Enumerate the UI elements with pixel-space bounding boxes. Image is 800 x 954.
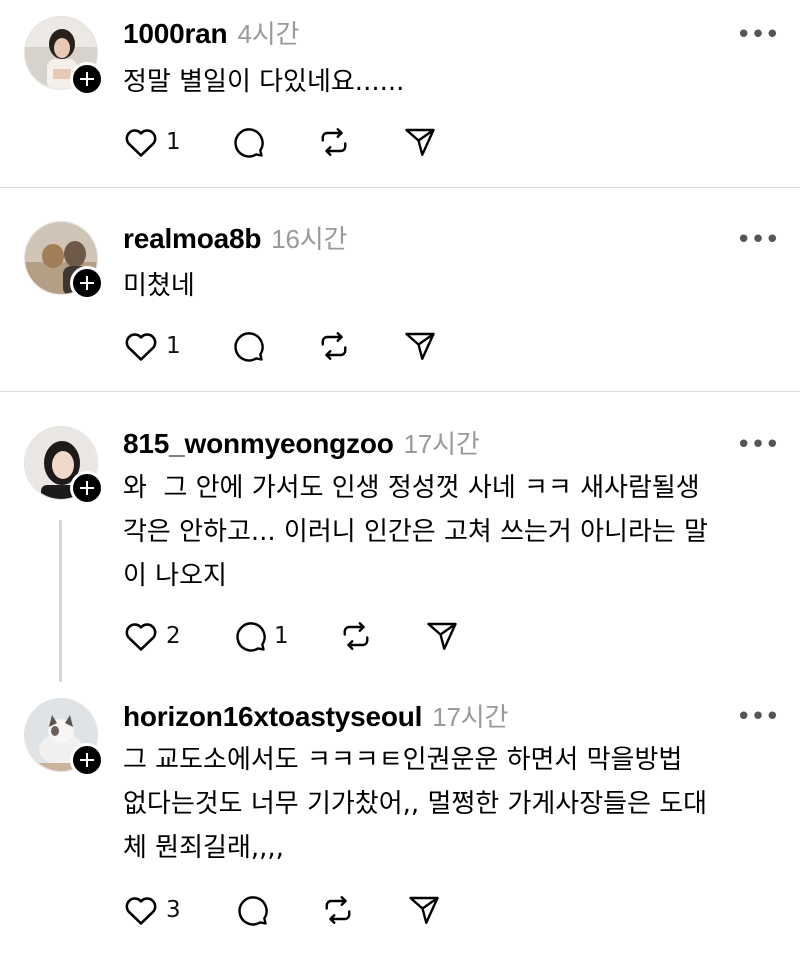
repost-icon xyxy=(343,622,369,650)
post-text: 미쳤네 xyxy=(123,271,195,301)
repost-button[interactable] xyxy=(316,122,352,162)
more-icon[interactable]: ••• xyxy=(736,432,780,458)
reply-button[interactable] xyxy=(234,890,270,930)
repost-button[interactable] xyxy=(338,616,374,656)
username[interactable]: horizon16xtoastyseoul 17시간 xyxy=(123,697,508,734)
comment-icon xyxy=(234,128,264,158)
reply-button[interactable] xyxy=(230,326,266,366)
post-text: 그 교도소에서도 ㅋㅋㅋㅌ인권운운 하면서 막을방법 없다는것도 너무 기가찼어… xyxy=(123,745,708,863)
share-button[interactable] xyxy=(402,326,438,366)
post-time: 17시간 xyxy=(432,702,509,732)
like-button[interactable]: 1 xyxy=(122,326,181,366)
repost-button[interactable] xyxy=(316,326,352,366)
like-button[interactable]: 3 xyxy=(122,890,181,930)
like-count: 1 xyxy=(166,129,181,155)
post-text: 와 그 안에 가서도 인생 정성껏 사네 ㅋㅋ 새사람될생 각은 안하고... … xyxy=(123,473,708,591)
like-button[interactable]: 1 xyxy=(122,122,181,162)
like-button[interactable]: 2 xyxy=(122,616,181,656)
heart-icon xyxy=(125,333,157,361)
follow-plus-icon[interactable] xyxy=(70,62,104,96)
repost-icon xyxy=(321,332,347,360)
post-time: 17시간 xyxy=(403,429,480,459)
post-text: 정말 별일이 다있네요...... xyxy=(123,67,405,97)
post-time: 4시간 xyxy=(237,19,300,49)
like-count: 3 xyxy=(166,897,181,923)
share-button[interactable] xyxy=(424,616,460,656)
heart-icon xyxy=(125,623,157,651)
username[interactable]: 815_wonmyeongzoo 17시간 xyxy=(123,424,480,461)
username[interactable]: 1000ran 4시간 xyxy=(123,14,299,51)
repost-icon xyxy=(321,128,347,156)
share-button[interactable] xyxy=(406,890,442,930)
heart-icon xyxy=(125,129,157,157)
follow-plus-icon[interactable] xyxy=(70,743,104,777)
post-time: 16시간 xyxy=(271,224,348,254)
follow-plus-icon[interactable] xyxy=(70,471,104,505)
send-icon xyxy=(405,128,435,156)
reply-button[interactable]: 1 xyxy=(232,616,289,656)
follow-plus-icon[interactable] xyxy=(70,266,104,300)
more-icon[interactable]: ••• xyxy=(736,22,780,48)
reply-count: 1 xyxy=(274,623,289,649)
send-icon xyxy=(405,332,435,360)
divider xyxy=(0,187,800,188)
reply-button[interactable] xyxy=(230,122,266,162)
more-icon[interactable]: ••• xyxy=(736,227,780,253)
divider xyxy=(0,391,800,392)
thread-line xyxy=(59,520,62,682)
comment-icon xyxy=(234,332,264,362)
like-count: 2 xyxy=(166,623,181,649)
username[interactable]: realmoa8b 16시간 xyxy=(123,219,347,256)
heart-icon xyxy=(125,897,157,925)
more-icon[interactable]: ••• xyxy=(736,704,780,730)
comment-icon xyxy=(236,622,266,652)
send-icon xyxy=(427,622,457,650)
comment-icon xyxy=(238,896,268,926)
share-button[interactable] xyxy=(402,122,438,162)
repost-icon xyxy=(325,896,351,924)
repost-button[interactable] xyxy=(320,890,356,930)
like-count: 1 xyxy=(166,333,181,359)
send-icon xyxy=(409,896,439,924)
